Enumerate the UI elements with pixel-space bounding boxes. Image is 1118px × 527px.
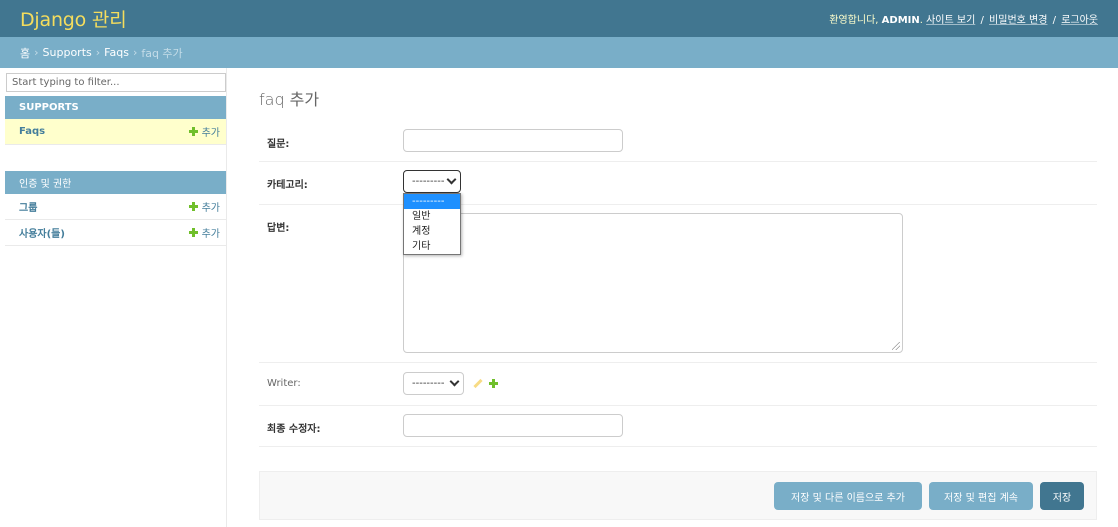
category-dropdown-list: --------- 일반 계정 기타 xyxy=(403,193,461,255)
pencil-icon[interactable] xyxy=(473,378,483,389)
writer-selected-value: --------- xyxy=(412,378,445,389)
breadcrumb-model[interactable]: Faqs xyxy=(104,46,129,59)
view-site-link[interactable]: 사이트 보기 xyxy=(926,15,975,26)
save-add-another-button[interactable]: 저장 및 다른 이름으로 추가 xyxy=(774,482,922,510)
sidebar-item-users[interactable]: 사용자(들) 추가 xyxy=(5,220,226,246)
add-label: 추가 xyxy=(201,203,220,214)
last-editor-input[interactable] xyxy=(403,414,623,437)
save-button[interactable]: 저장 xyxy=(1040,482,1084,510)
breadcrumb-separator: › xyxy=(34,46,39,59)
resize-handle[interactable] xyxy=(892,342,900,350)
add-user-link[interactable]: 추가 xyxy=(188,225,220,240)
sidebar-item-label[interactable]: 그룹 xyxy=(19,199,37,214)
change-password-link[interactable]: 비밀번호 변경 xyxy=(989,15,1047,26)
plus-icon xyxy=(188,202,198,211)
form-row-answer: 답변: xyxy=(259,205,1097,363)
submit-row: 저장 및 다른 이름으로 추가 저장 및 편집 계속 저장 xyxy=(259,471,1097,520)
answer-label: 답변: xyxy=(267,223,290,234)
dropdown-option[interactable]: 일반 xyxy=(404,209,460,224)
add-faq-link[interactable]: 추가 xyxy=(188,124,220,139)
chevron-down-icon xyxy=(446,174,457,185)
last-editor-label: 최종 수정자: xyxy=(267,424,321,435)
chevron-down-icon xyxy=(449,376,460,387)
username: ADMIN xyxy=(881,15,920,26)
app-caption-auth[interactable]: 인증 및 권한 xyxy=(5,171,226,194)
breadcrumb-separator: › xyxy=(95,46,101,59)
page-title: faq 추가 xyxy=(259,90,320,109)
form-row-last-editor: 최종 수정자: xyxy=(259,406,1097,447)
plus-icon[interactable] xyxy=(489,379,498,388)
question-label: 질문: xyxy=(267,139,290,150)
add-label: 추가 xyxy=(201,229,220,240)
form-row-category: 카테고리: --------- xyxy=(259,162,1097,205)
question-input[interactable] xyxy=(403,129,623,152)
breadcrumb: 홈 › Supports › Faqs › faq 추가 xyxy=(0,37,1118,68)
header: Django 관리 환영합니다, ADMIN. 사이트 보기 / 비밀번호 변경… xyxy=(0,0,1118,37)
user-tools: 환영합니다, ADMIN. 사이트 보기 / 비밀번호 변경 / 로그아웃 xyxy=(829,15,1098,26)
form-row-writer: Writer: --------- xyxy=(259,363,1097,406)
writer-label: Writer: xyxy=(267,378,301,389)
category-selected-value: --------- xyxy=(412,176,445,187)
sidebar-item-label[interactable]: 사용자(들) xyxy=(19,225,65,240)
plus-icon xyxy=(188,228,198,237)
breadcrumb-home[interactable]: 홈 xyxy=(20,45,30,61)
category-select[interactable]: --------- xyxy=(403,170,461,193)
breadcrumb-separator: › xyxy=(132,46,138,59)
add-group-link[interactable]: 추가 xyxy=(188,199,220,214)
breadcrumb-app[interactable]: Supports xyxy=(43,46,92,59)
sidebar-item-faqs[interactable]: Faqs 추가 xyxy=(5,119,226,145)
dropdown-option[interactable]: 계정 xyxy=(404,224,460,239)
nav-filter-input[interactable] xyxy=(6,73,226,92)
separator: / xyxy=(1052,15,1056,26)
separator: / xyxy=(980,15,984,26)
plus-icon xyxy=(188,127,198,136)
breadcrumb-current: faq 추가 xyxy=(141,46,183,60)
logout-link[interactable]: 로그아웃 xyxy=(1061,15,1098,26)
sidebar-item-label[interactable]: Faqs xyxy=(19,126,45,137)
sidebar-item-groups[interactable]: 그룹 추가 xyxy=(5,194,226,220)
form-row-question: 질문: xyxy=(259,119,1097,162)
answer-textarea[interactable] xyxy=(403,213,903,353)
writer-select[interactable]: --------- xyxy=(403,372,464,395)
category-label: 카테고리: xyxy=(267,180,308,191)
site-name[interactable]: Django 관리 xyxy=(20,5,127,32)
app-caption-supports[interactable]: SUPPORTS xyxy=(5,96,226,119)
add-label: 추가 xyxy=(201,128,220,139)
welcome-text: 환영합니다, xyxy=(829,15,879,26)
writer-related-actions xyxy=(473,378,498,389)
dropdown-option[interactable]: 기타 xyxy=(404,239,460,254)
sidebar: SUPPORTS Faqs 추가 인증 및 권한 그룹 추가 사용자(들) 추가 xyxy=(0,68,227,527)
save-continue-button[interactable]: 저장 및 편집 계속 xyxy=(929,482,1033,510)
dropdown-option[interactable]: --------- xyxy=(404,194,460,209)
